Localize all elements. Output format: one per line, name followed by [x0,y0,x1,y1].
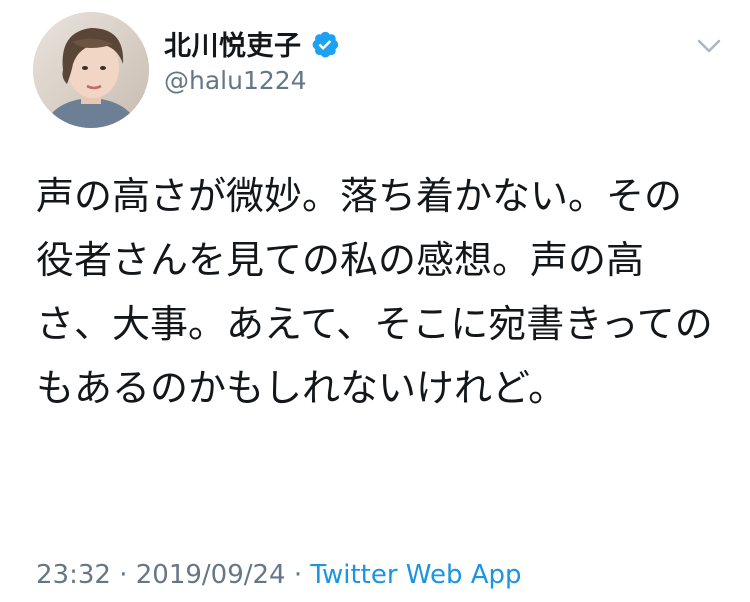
tweet-text: 声の高さが微妙。落ち着かない。その役者さんを見ての私の感想。声の高さ、大事。あえ… [36,174,713,410]
tweet-card: 北川悦吏子 @halu1224 声の高さが微妙。落ち着かない。その役者さんを見て… [0,0,750,602]
meta-separator: · [110,560,136,590]
avatar[interactable] [33,12,149,128]
tweet-time[interactable]: 23:32 [36,560,111,590]
meta-separator: · [285,560,311,590]
verified-badge-icon [310,29,340,59]
tweet-date[interactable]: 2019/09/24 [136,560,286,590]
display-name[interactable]: 北川悦吏子 [164,24,302,63]
chevron-down-icon[interactable] [694,34,724,58]
tweet-meta: 23:32 · 2019/09/24 · Twitter Web App [36,560,522,590]
user-handle[interactable]: @halu1224 [164,66,307,95]
tweet-source-link[interactable]: Twitter Web App [310,560,521,590]
user-name-row[interactable]: 北川悦吏子 [164,24,340,63]
